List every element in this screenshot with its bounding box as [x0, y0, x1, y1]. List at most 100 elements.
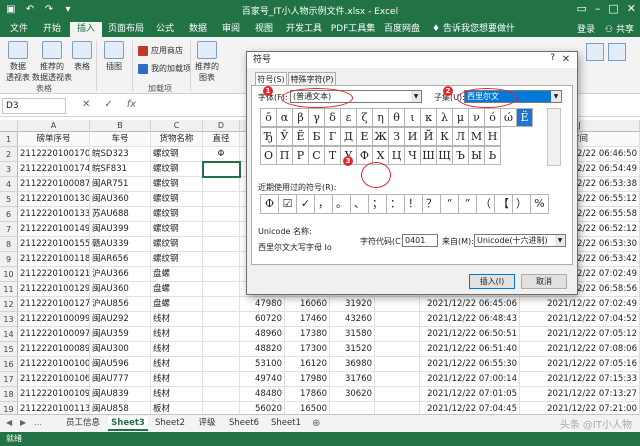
help-icon[interactable]: ?	[550, 53, 555, 63]
table-cell[interactable]: 闽AU360	[90, 192, 151, 207]
table-cell[interactable]: 赣AU339	[90, 237, 151, 252]
table-cell[interactable]: 2112220100155	[18, 237, 90, 252]
row-header[interactable]: 4	[0, 177, 18, 192]
tab-review[interactable]: 审阅	[216, 22, 246, 37]
pivot-table-button[interactable]: 数据 透视表	[4, 41, 32, 83]
table-cell[interactable]: 31520	[330, 342, 375, 357]
table-cell[interactable]: 螺纹钢	[151, 177, 203, 192]
symbol-cell[interactable]: С	[308, 146, 325, 165]
recent-symbol-cell[interactable]: ☑	[278, 194, 297, 214]
table-cell[interactable]: 2021/12/22 07:01:05	[420, 387, 520, 402]
recent-symbol-cell[interactable]: （	[476, 194, 495, 214]
symbol-cell[interactable]: Ч	[404, 146, 421, 165]
table-cell[interactable]	[203, 177, 240, 192]
symbol-cell[interactable]: И	[404, 127, 421, 146]
table-cell[interactable]: 2112220100129	[18, 282, 90, 297]
enter-icon[interactable]: ✓	[104, 99, 112, 110]
from-select[interactable]: Unicode(十六进制) ▼	[474, 234, 566, 247]
table-cell[interactable]: 17300	[285, 342, 330, 357]
table-cell[interactable]: 2112220100130	[18, 192, 90, 207]
table-cell[interactable]: 2112220100118	[18, 252, 90, 267]
share-button[interactable]: ⚇ 共享	[605, 22, 634, 35]
table-cell[interactable]: 闽AR751	[90, 177, 151, 192]
table-cell[interactable]: 螺纹钢	[151, 222, 203, 237]
table-cell[interactable]	[203, 267, 240, 282]
table-cell[interactable]: 47980	[240, 297, 285, 312]
table-cell[interactable]: 36980	[330, 357, 375, 372]
row-header[interactable]: 15	[0, 342, 18, 357]
table-cell[interactable]: 闽AU300	[90, 342, 151, 357]
table-cell[interactable]: 螺纹钢	[151, 252, 203, 267]
recent-symbol-cell[interactable]: 【	[494, 194, 513, 214]
table-cell[interactable]: 皖SD323	[90, 147, 151, 162]
table-cell[interactable]: 线材	[151, 312, 203, 327]
tab-view[interactable]: 视图	[249, 22, 279, 37]
recent-symbol-cell[interactable]: “	[440, 194, 459, 214]
table-cell[interactable]: 17860	[285, 387, 330, 402]
table-cell[interactable]: 闽AU292	[90, 312, 151, 327]
row-header[interactable]: 11	[0, 282, 18, 297]
symbol-cell[interactable]: Ш	[420, 146, 437, 165]
select-all-corner[interactable]	[0, 120, 18, 132]
symbol-cell[interactable]: Щ	[436, 146, 453, 165]
tab-special-chars[interactable]: 特殊字符(P)	[288, 72, 336, 85]
symbol-cell[interactable]: Ы	[468, 146, 485, 165]
close-button[interactable]: ✕	[627, 2, 636, 15]
symbol-cell[interactable]: О	[260, 146, 277, 165]
close-icon[interactable]: ✕	[558, 53, 574, 67]
tab-file[interactable]: 文件	[4, 22, 34, 37]
table-cell[interactable]: 2021/12/22 06:55:30	[420, 357, 520, 372]
symbol-cell[interactable]: Ђ	[260, 127, 277, 146]
column-header[interactable]: A	[18, 120, 90, 132]
header-cell[interactable]: 直径	[203, 132, 240, 147]
table-cell[interactable]: 2112220100099	[18, 312, 90, 327]
symbol-cell[interactable]: Ь	[484, 146, 501, 165]
symbol-grid-scrollbar[interactable]	[547, 108, 561, 166]
table-cell[interactable]	[375, 342, 420, 357]
slicer-icon[interactable]	[586, 43, 604, 61]
table-cell[interactable]: 49740	[240, 372, 285, 387]
table-cell[interactable]	[375, 327, 420, 342]
char-code-input[interactable]: 0401	[402, 234, 438, 247]
cancel-icon[interactable]: ✕	[82, 99, 90, 110]
header-cell[interactable]: 磅单序号	[18, 132, 90, 147]
table-cell[interactable]: 盘螺	[151, 267, 203, 282]
table-cell[interactable]: 闽AU596	[90, 357, 151, 372]
recent-symbol-cell[interactable]: ✓	[296, 194, 315, 214]
table-cell[interactable]: 2021/12/22 06:50:51	[420, 327, 520, 342]
tab-developer[interactable]: 开发工具	[282, 22, 326, 37]
table-cell[interactable]: 2112220100106	[18, 372, 90, 387]
table-cell[interactable]: 2021/12/22 07:00:14	[420, 372, 520, 387]
fx-icon[interactable]: fx	[127, 99, 136, 110]
ribbon-display-icon[interactable]: ▭	[576, 2, 586, 15]
table-cell[interactable]: 线材	[151, 327, 203, 342]
recent-symbol-cell[interactable]: ）	[512, 194, 531, 214]
table-cell[interactable]: 2112220100127	[18, 297, 90, 312]
table-cell[interactable]: 2021/12/22 06:51:40	[420, 342, 520, 357]
recommended-pivot-button[interactable]: 推荐的 数据透视表	[32, 41, 72, 83]
row-header[interactable]: 9	[0, 252, 18, 267]
symbol-cell[interactable]: Н	[484, 127, 501, 146]
row-header[interactable]: 3	[0, 162, 18, 177]
table-cell[interactable]: 2021/12/22 06:48:43	[420, 312, 520, 327]
table-cell[interactable]: 2112220100100	[18, 357, 90, 372]
symbol-cell[interactable]: ν	[468, 108, 485, 127]
login-link[interactable]: 登录	[577, 22, 595, 35]
symbol-cell[interactable]: η	[372, 108, 389, 127]
table-cell[interactable]: 60720	[240, 312, 285, 327]
tab-home[interactable]: 开始	[36, 22, 68, 37]
header-cell[interactable]: 货物名称	[151, 132, 203, 147]
symbol-cell[interactable]: М	[468, 127, 485, 146]
table-cell[interactable]: 线材	[151, 372, 203, 387]
table-cell[interactable]: 闽AU777	[90, 372, 151, 387]
table-cell[interactable]: 螺纹钢	[151, 192, 203, 207]
symbol-cell[interactable]: Б	[308, 127, 325, 146]
sheet-tab-sheet1[interactable]: Sheet1	[266, 416, 306, 431]
table-cell[interactable]: 盘螺	[151, 282, 203, 297]
recent-symbol-cell[interactable]: ？	[422, 194, 441, 214]
table-cell[interactable]: 线材	[151, 357, 203, 372]
table-cell[interactable]: Φ	[203, 147, 240, 162]
sheet-tab-sheet2[interactable]: Sheet2	[150, 416, 190, 431]
table-cell[interactable]: 2112220100133	[18, 207, 90, 222]
table-cell[interactable]: 闽AR656	[90, 252, 151, 267]
